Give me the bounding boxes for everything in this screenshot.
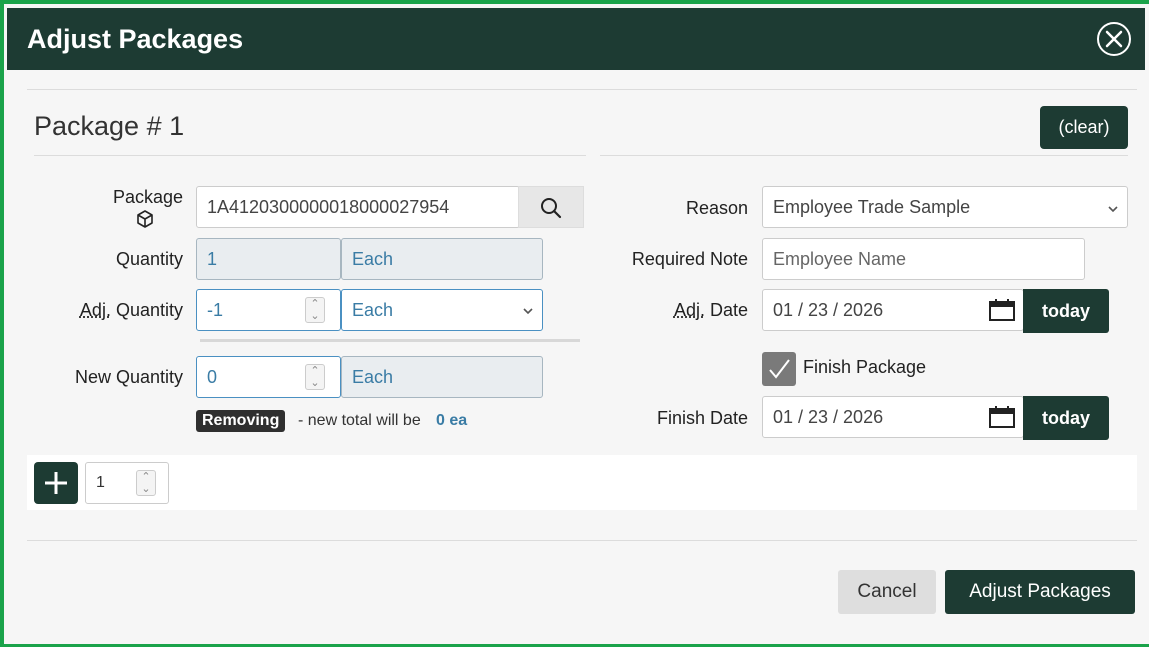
- finish-date-today-button[interactable]: today: [1023, 396, 1109, 440]
- cancel-button[interactable]: Cancel: [838, 570, 936, 614]
- new-quantity-stepper[interactable]: ⌃ ⌄: [305, 364, 325, 390]
- plus-icon: [45, 472, 67, 494]
- checkmark-icon: [769, 359, 790, 379]
- package-label: Package: [112, 187, 183, 207]
- divider: [200, 339, 580, 342]
- reason-label: Reason: [685, 198, 748, 218]
- adj-abbr: Adj.: [79, 300, 111, 320]
- finish-date-label: Finish Date: [656, 408, 748, 428]
- quantity-field: 1: [196, 238, 341, 280]
- removing-badge: Removing: [196, 410, 286, 432]
- clear-button[interactable]: (clear): [1040, 106, 1128, 149]
- divider: [27, 89, 1137, 90]
- adj-quantity-label: Adj. Quantity: [40, 300, 183, 321]
- adj-date-label: Adj. Date: [620, 300, 748, 321]
- add-count-stepper[interactable]: ⌃ ⌄: [136, 470, 156, 496]
- divider: [34, 155, 586, 156]
- dialog-titlebar: Adjust Packages: [7, 8, 1145, 70]
- required-note-label: Required Note: [631, 249, 748, 269]
- add-package-row: [27, 455, 1137, 510]
- search-button[interactable]: [518, 186, 584, 228]
- adj-date-input[interactable]: 01 / 23 / 2026: [762, 289, 1024, 331]
- new-quantity-unit-field: Each: [341, 356, 543, 398]
- add-count-input[interactable]: 1: [85, 462, 169, 504]
- close-icon: [1105, 30, 1123, 48]
- calendar-icon[interactable]: [988, 405, 1016, 429]
- add-package-button[interactable]: [34, 462, 78, 504]
- quantity-unit-field: Each: [341, 238, 543, 280]
- chevron-down-icon: [523, 308, 533, 315]
- finish-package-checkbox[interactable]: [762, 352, 796, 386]
- divider: [27, 540, 1137, 541]
- quantity-label: Quantity: [115, 249, 183, 269]
- package-heading: Package # 1: [34, 111, 185, 141]
- adj-quantity-stepper[interactable]: ⌃ ⌄: [305, 297, 325, 323]
- required-note-input[interactable]: Employee Name: [762, 238, 1085, 280]
- adj-date-label-text: Date: [704, 300, 748, 320]
- dialog-title: Adjust Packages: [27, 24, 244, 54]
- adj-quantity-unit-select[interactable]: Each: [341, 289, 543, 331]
- finish-date-input[interactable]: 01 / 23 / 2026: [762, 396, 1024, 438]
- adj-abbr: Adj.: [673, 300, 705, 320]
- reason-select[interactable]: Employee Trade Sample: [762, 186, 1128, 228]
- adj-date-today-button[interactable]: today: [1023, 289, 1109, 333]
- new-quantity-label: New Quantity: [74, 367, 183, 387]
- adjust-packages-button[interactable]: Adjust Packages: [945, 570, 1135, 614]
- removing-text: - new total will be: [298, 412, 421, 429]
- finish-package-label: Finish Package: [803, 357, 927, 377]
- close-button[interactable]: [1097, 22, 1131, 56]
- divider: [600, 155, 1128, 156]
- adj-quantity-label-text: Quantity: [110, 300, 183, 320]
- chevron-down-icon: [1108, 206, 1118, 213]
- package-id-input[interactable]: 1A4120300000018000027954: [196, 186, 520, 228]
- search-icon: [541, 198, 562, 219]
- removing-total: 0 ea: [436, 412, 468, 429]
- calendar-icon[interactable]: [988, 298, 1016, 322]
- package-box-icon: [137, 210, 153, 228]
